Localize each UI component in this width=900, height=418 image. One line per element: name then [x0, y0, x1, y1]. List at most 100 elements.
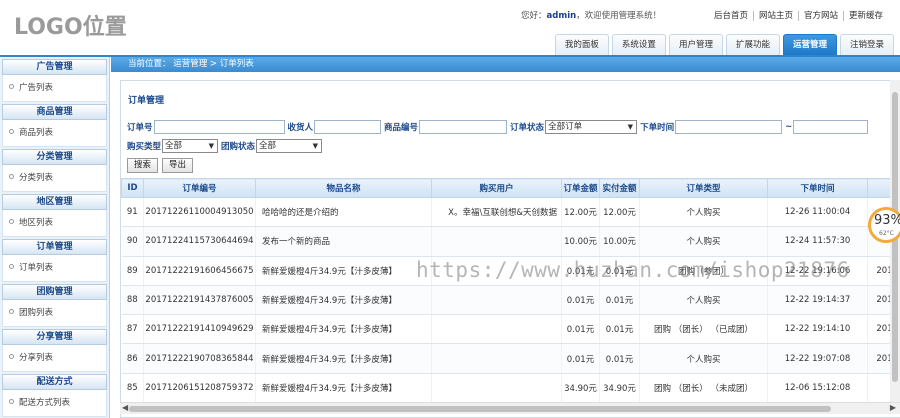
- cell-id: 90: [121, 226, 144, 257]
- sidebar-item-order-list[interactable]: 订单列表: [2, 255, 107, 282]
- group-status-label: 团购状态: [221, 142, 256, 152]
- scroll-right-icon[interactable]: ▶: [890, 403, 896, 412]
- sidebar-group-goods: 商品管理 商品列表: [2, 104, 107, 147]
- order-time-label: 下单时间: [640, 123, 675, 133]
- bullet-icon: [9, 129, 14, 134]
- tab-my-panel[interactable]: 我的面板: [554, 34, 609, 55]
- cell-goods[interactable]: 新鲜爱媛橙4斤34.9元【汁多皮薄】: [255, 285, 432, 316]
- cell-goods[interactable]: 新鲜爱媛橙4斤34.9元【汁多皮薄】: [255, 343, 432, 374]
- tab-user-management[interactable]: 用户管理: [668, 34, 723, 55]
- search-button[interactable]: 搜索: [127, 157, 159, 173]
- export-button[interactable]: 导出: [162, 157, 194, 173]
- sidebar-item-share-list[interactable]: 分享列表: [2, 345, 107, 372]
- gauge-percent: 93%: [874, 213, 900, 228]
- tab-system-settings[interactable]: 系统设置: [611, 34, 666, 55]
- cell-type: 个人购买: [639, 197, 768, 228]
- cell-goods[interactable]: 新鲜爱媛橙4斤34.9元【汁多皮薄】: [255, 314, 432, 345]
- cell-user: [431, 343, 562, 374]
- bullet-icon: [9, 354, 14, 359]
- goods-no-input[interactable]: [419, 120, 508, 134]
- performance-gauge[interactable]: 93% 62°C: [868, 207, 900, 243]
- chevron-down-icon: ▼: [208, 142, 215, 150]
- tab-operations[interactable]: 运营管理: [782, 34, 837, 55]
- order-table: ID 订单编号 物品名称 购买用户 订单金额 实付金额 订单类型 下单时间 91…: [121, 178, 900, 404]
- filter-form: 订单号 收货人 商品编号 订单状态 全部订单 ▼ 下单时间 ~ 购买类型 全部 ▼ …: [127, 119, 900, 176]
- cell-id: 91: [121, 197, 144, 228]
- horizontal-scrollbar[interactable]: ◀ ▶: [120, 402, 900, 414]
- scrollbar-thumb[interactable]: [129, 406, 831, 412]
- col-goods[interactable]: 物品名称: [255, 178, 432, 198]
- sidebar-item-delivery-list[interactable]: 配送方式列表: [2, 390, 107, 417]
- cell-time: 12-24 11:57:30: [767, 226, 868, 257]
- order-status-select[interactable]: 全部订单 ▼: [545, 120, 638, 134]
- link-official-site[interactable]: 官方网站: [797, 11, 843, 21]
- goods-no-label: 商品编号: [384, 123, 419, 133]
- col-order-no[interactable]: 订单编号: [143, 178, 256, 198]
- sidebar-group-title[interactable]: 配送方式: [2, 374, 107, 390]
- sidebar-item-region-list[interactable]: 地区列表: [2, 210, 107, 237]
- chevron-down-icon: ▼: [627, 123, 634, 131]
- table-row[interactable]: 87 20171222191410949629 新鲜爱媛橙4斤34.9元【汁多皮…: [121, 314, 900, 345]
- sidebar-group-region: 地区管理 地区列表: [2, 194, 107, 237]
- cell-time: 12-22 19:07:08: [767, 343, 868, 374]
- sidebar-group-title[interactable]: 分享管理: [2, 329, 107, 345]
- sidebar-group-share: 分享管理 分享列表: [2, 329, 107, 372]
- sidebar-item-groupbuy-list[interactable]: 团购列表: [2, 300, 107, 327]
- cell-goods[interactable]: 新鲜爱媛橙4斤34.9元【汁多皮薄】: [255, 373, 432, 404]
- link-admin-home[interactable]: 后台首页: [709, 11, 753, 21]
- cell-type: 团购 （团长） （未成团）: [639, 373, 768, 404]
- sidebar-group-title[interactable]: 分类管理: [2, 149, 107, 165]
- sidebar-group-title[interactable]: 团购管理: [2, 284, 107, 300]
- col-paid[interactable]: 实付金额: [599, 178, 640, 198]
- col-type[interactable]: 订单类型: [639, 178, 768, 198]
- cell-id: 86: [121, 343, 144, 374]
- cell-order-no: 20171222191410949629: [143, 314, 256, 345]
- bullet-icon: [9, 309, 14, 314]
- sidebar-group-title[interactable]: 商品管理: [2, 104, 107, 120]
- cell-paid: 0.01元: [599, 314, 640, 345]
- table-row[interactable]: 85 20171206151208759372 新鲜爱媛橙4斤34.9元【汁多皮…: [121, 373, 900, 404]
- cell-type: 团购 （团长） （已成团）: [639, 314, 768, 345]
- col-time[interactable]: 下单时间: [767, 178, 868, 198]
- tab-logout[interactable]: 注销登录: [839, 34, 894, 55]
- link-site-home[interactable]: 网站主页: [752, 11, 798, 21]
- table-row[interactable]: 91 20171226110004913050 哈哈哈的还是介绍的 X。幸福\互…: [121, 197, 900, 228]
- panel-title: 订单管理: [128, 96, 165, 106]
- table-row[interactable]: 90 20171224115730644694 发布一个新的商品 10.00元 …: [121, 226, 900, 257]
- cell-goods[interactable]: 新鲜爱媛橙4斤34.9元【汁多皮薄】: [255, 256, 432, 286]
- col-id[interactable]: ID: [121, 178, 144, 198]
- buy-type-select[interactable]: 全部 ▼: [162, 139, 219, 153]
- cell-goods[interactable]: 哈哈哈的还是介绍的: [255, 197, 432, 228]
- bullet-icon: [9, 219, 14, 224]
- table-row[interactable]: 88 20171222191437876005 新鲜爱媛橙4斤34.9元【汁多皮…: [121, 285, 900, 316]
- sidebar-item-label: 商品列表: [19, 128, 54, 138]
- sidebar-group-title[interactable]: 地区管理: [2, 194, 107, 210]
- group-status-select[interactable]: 全部 ▼: [256, 139, 323, 153]
- order-no-input[interactable]: [153, 120, 285, 134]
- sidebar-group-groupbuy: 团购管理 团购列表: [2, 284, 107, 327]
- sidebar-item-ad-list[interactable]: 广告列表: [2, 75, 107, 102]
- col-user[interactable]: 购买用户: [431, 178, 562, 198]
- sidebar-item-label: 广告列表: [19, 83, 54, 93]
- cell-time: 12-22 19:14:37: [767, 285, 868, 316]
- sidebar-item-goods-list[interactable]: 商品列表: [2, 120, 107, 147]
- bullet-icon: [9, 174, 14, 179]
- tab-extensions[interactable]: 扩展功能: [725, 34, 780, 55]
- col-amount[interactable]: 订单金额: [561, 178, 600, 198]
- order-time-start-input[interactable]: [675, 120, 783, 134]
- cell-order-no: 20171206151208759372: [143, 373, 256, 404]
- cell-type: 个人购买: [639, 285, 768, 316]
- link-update-cache[interactable]: 更新缓存: [842, 11, 888, 21]
- cell-order-no: 20171222190708365844: [143, 343, 256, 374]
- cell-time: 12-06 15:12:08: [767, 373, 868, 404]
- scroll-left-icon[interactable]: ◀: [122, 403, 128, 412]
- table-row[interactable]: 86 20171222190708365844 新鲜爱媛橙4斤34.9元【汁多皮…: [121, 343, 900, 374]
- sidebar-group-title[interactable]: 广告管理: [2, 59, 107, 75]
- cell-user: [431, 314, 562, 345]
- sidebar-group-title[interactable]: 订单管理: [2, 239, 107, 255]
- order-time-end-input[interactable]: [793, 120, 869, 134]
- recipient-input[interactable]: [314, 120, 382, 134]
- cell-goods[interactable]: 发布一个新的商品: [255, 226, 432, 257]
- sidebar-item-category-list[interactable]: 分类列表: [2, 165, 107, 192]
- welcome-prefix: 您好：: [521, 11, 547, 21]
